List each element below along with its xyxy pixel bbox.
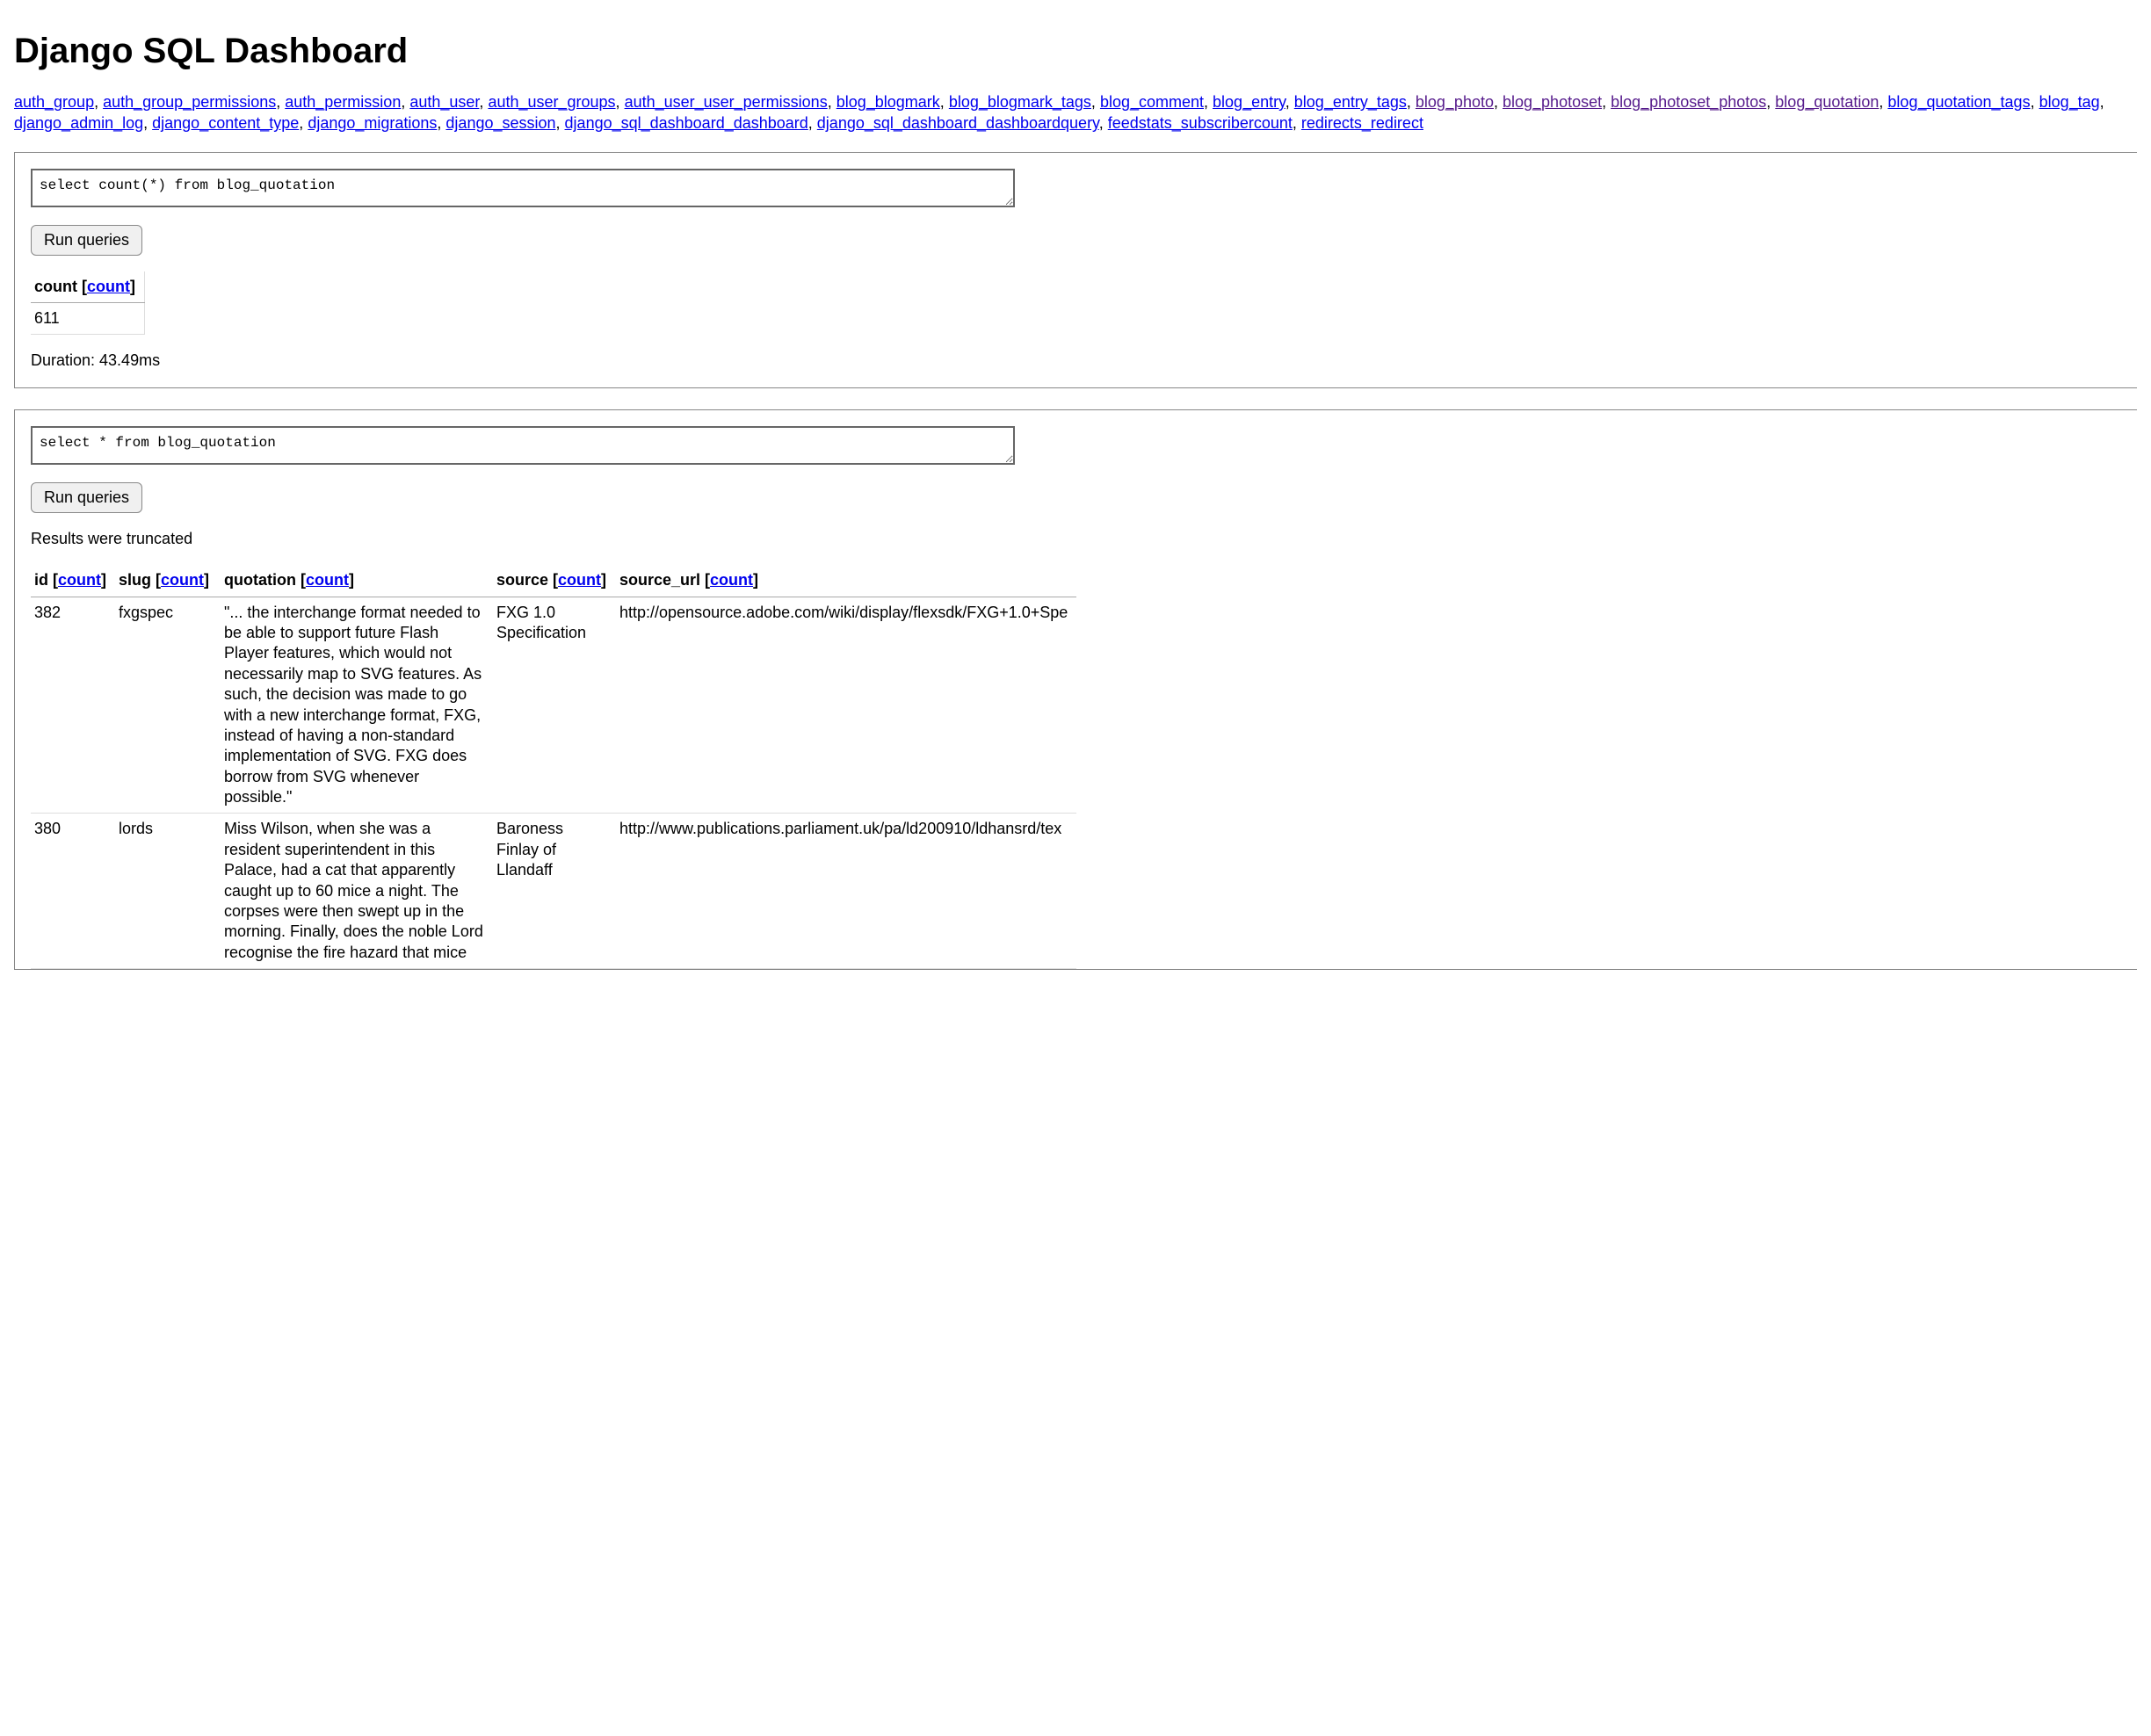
table-link-blog_photo[interactable]: blog_photo bbox=[1416, 93, 1494, 111]
query-block-2: Run queries Results were truncated id [c… bbox=[14, 409, 2137, 970]
table-link-auth_group[interactable]: auth_group bbox=[14, 93, 94, 111]
cell-source_url: http://opensource.adobe.com/wiki/display… bbox=[616, 597, 1076, 814]
table-link-django_sql_dashboard_dashboardquery[interactable]: django_sql_dashboard_dashboardquery bbox=[817, 114, 1099, 132]
duration-label: Duration: 43.49ms bbox=[31, 351, 2137, 371]
table-link-django_session[interactable]: django_session bbox=[445, 114, 555, 132]
cell-slug: fxgspec bbox=[115, 597, 221, 814]
table-link-feedstats_subscribercount[interactable]: feedstats_subscribercount bbox=[1108, 114, 1293, 132]
cell-id: 380 bbox=[31, 814, 115, 969]
run-queries-button-2[interactable]: Run queries bbox=[31, 482, 142, 513]
count-link-source[interactable]: count bbox=[558, 571, 601, 589]
cell-id: 382 bbox=[31, 597, 115, 814]
table-link-django_content_type[interactable]: django_content_type bbox=[152, 114, 299, 132]
sql-input-1[interactable] bbox=[31, 169, 1015, 207]
cell-quotation: Miss Wilson, when she was a resident sup… bbox=[221, 814, 493, 969]
column-header-id: id [count] bbox=[31, 565, 115, 597]
table-link-auth_permission[interactable]: auth_permission bbox=[285, 93, 401, 111]
table-link-blog_tag[interactable]: blog_tag bbox=[2039, 93, 2100, 111]
table-link-auth_group_permissions[interactable]: auth_group_permissions bbox=[103, 93, 276, 111]
sql-input-2[interactable] bbox=[31, 426, 1015, 465]
cell-slug: lords bbox=[115, 814, 221, 969]
table-link-redirects_redirect[interactable]: redirects_redirect bbox=[1301, 114, 1423, 132]
table-link-django_sql_dashboard_dashboard[interactable]: django_sql_dashboard_dashboard bbox=[565, 114, 808, 132]
column-header-source: source [count] bbox=[493, 565, 616, 597]
table-links: auth_group, auth_group_permissions, auth… bbox=[14, 91, 2137, 134]
table-link-blog_entry_tags[interactable]: blog_entry_tags bbox=[1294, 93, 1407, 111]
count-link-id[interactable]: count bbox=[58, 571, 101, 589]
table-link-blog_entry[interactable]: blog_entry bbox=[1213, 93, 1286, 111]
table-row: 380lordsMiss Wilson, when she was a resi… bbox=[31, 814, 1076, 969]
column-header-quotation: quotation [count] bbox=[221, 565, 493, 597]
table-link-blog_blogmark_tags[interactable]: blog_blogmark_tags bbox=[949, 93, 1091, 111]
cell-source: Baroness Finlay of Llandaff bbox=[493, 814, 616, 969]
page-title: Django SQL Dashboard bbox=[14, 28, 2137, 74]
result-table-2: id [count]slug [count]quotation [count]s… bbox=[31, 565, 1076, 969]
count-link-quotation[interactable]: count bbox=[306, 571, 349, 589]
table-link-auth_user[interactable]: auth_user bbox=[409, 93, 479, 111]
table-link-auth_user_user_permissions[interactable]: auth_user_user_permissions bbox=[625, 93, 828, 111]
truncated-message: Results were truncated bbox=[31, 529, 2137, 549]
cell-source_url: http://www.publications.parliament.uk/pa… bbox=[616, 814, 1076, 969]
table-row: 382fxgspec"... the interchange format ne… bbox=[31, 597, 1076, 814]
count-link-slug[interactable]: count bbox=[161, 571, 204, 589]
result-table-1: count [count] 611 bbox=[31, 271, 145, 336]
count-link-source_url[interactable]: count bbox=[710, 571, 753, 589]
table-row: 611 bbox=[31, 302, 145, 334]
table-link-blog_quotation_tags[interactable]: blog_quotation_tags bbox=[1887, 93, 2030, 111]
table-link-django_admin_log[interactable]: django_admin_log bbox=[14, 114, 143, 132]
table-link-blog_quotation[interactable]: blog_quotation bbox=[1775, 93, 1879, 111]
table-link-blog_photoset_photos[interactable]: blog_photoset_photos bbox=[1611, 93, 1766, 111]
run-queries-button-1[interactable]: Run queries bbox=[31, 225, 142, 256]
table-link-django_migrations[interactable]: django_migrations bbox=[308, 114, 437, 132]
cell-count-value: 611 bbox=[31, 302, 145, 334]
table-link-auth_user_groups[interactable]: auth_user_groups bbox=[488, 93, 615, 111]
cell-source: FXG 1.0 Specification bbox=[493, 597, 616, 814]
cell-quotation: "... the interchange format needed to be… bbox=[221, 597, 493, 814]
table-link-blog_photoset[interactable]: blog_photoset bbox=[1503, 93, 1602, 111]
table-link-blog_blogmark[interactable]: blog_blogmark bbox=[836, 93, 940, 111]
column-header-slug: slug [count] bbox=[115, 565, 221, 597]
table-link-blog_comment[interactable]: blog_comment bbox=[1100, 93, 1204, 111]
query-block-1: Run queries count [count] 611 Duration: … bbox=[14, 152, 2137, 388]
column-header-count: count [count] bbox=[31, 271, 145, 303]
count-link[interactable]: count bbox=[87, 278, 130, 295]
column-header-source_url: source_url [count] bbox=[616, 565, 1076, 597]
